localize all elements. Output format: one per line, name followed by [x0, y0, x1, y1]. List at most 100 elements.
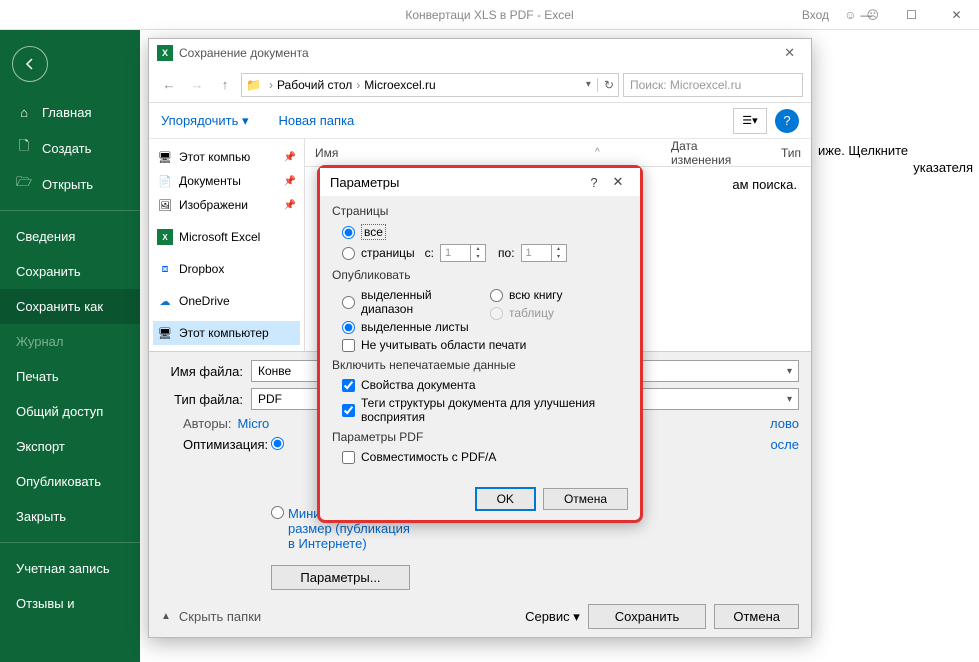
search-input[interactable]: Поиск: Microexcel.ru: [623, 73, 803, 97]
tags-link[interactable]: лово: [770, 416, 799, 431]
help-text-fragment: иже. Щелкните указателя: [818, 143, 973, 175]
sidebar-item-label: Сохранить: [16, 264, 81, 279]
breadcrumb-item[interactable]: Рабочий стол: [277, 78, 352, 92]
dropbox-icon: ⧈: [157, 261, 173, 277]
service-menu[interactable]: Сервис ▾: [525, 609, 580, 625]
include-tags-checkbox[interactable]: Теги структуры документа для улучшения в…: [332, 394, 628, 426]
breadcrumb-item[interactable]: Microexcel.ru: [364, 78, 435, 92]
ignore-print-checkbox[interactable]: Не учитывать области печати: [332, 336, 628, 354]
include-props-checkbox[interactable]: Свойства документа: [332, 376, 628, 394]
open-after-link[interactable]: осле: [770, 437, 799, 452]
back-arrow-icon: [22, 56, 38, 72]
publish-group: Опубликовать выделенный диапазон выделен…: [332, 268, 628, 354]
help-button[interactable]: ?: [775, 109, 799, 133]
filename-label: Имя файла:: [161, 364, 251, 379]
sidebar-item-label: Опубликовать: [16, 474, 101, 489]
minimize-button[interactable]: —: [844, 0, 889, 30]
pin-icon: 📌: [284, 152, 296, 163]
sidebar-item-publish[interactable]: Опубликовать: [0, 464, 140, 499]
tree-item[interactable]: 🖥Этот компью📌: [153, 145, 300, 169]
modal-help-button[interactable]: ?: [582, 175, 606, 190]
sidebar-item-home[interactable]: ⌂Главная: [0, 94, 140, 130]
view-button[interactable]: ☰▾: [733, 108, 767, 134]
include-group: Включить непечатаемые данные Свойства до…: [332, 358, 628, 426]
nav-forward-button[interactable]: →: [185, 73, 209, 97]
newfolder-button[interactable]: Новая папка: [279, 113, 355, 128]
sidebar-item-save[interactable]: Сохранить: [0, 254, 140, 289]
sidebar-item-label: Сведения: [16, 229, 75, 244]
ok-button[interactable]: OK: [476, 488, 535, 510]
nav-back-button[interactable]: ←: [157, 73, 181, 97]
tree-item[interactable]: 🖼Изображени📌: [153, 193, 300, 217]
backstage-sidebar: ⌂Главная 🗋Создать 🗁Открыть Сведения Сохр…: [0, 30, 140, 662]
modal-close-button[interactable]: ✕: [606, 174, 630, 190]
pc-icon: 🖥: [157, 149, 173, 165]
col-date[interactable]: Дата изменения: [661, 139, 771, 167]
sidebar-item-history: Журнал: [0, 324, 140, 359]
tree-item[interactable]: 📄Документы📌: [153, 169, 300, 193]
login-link[interactable]: Вход: [802, 8, 829, 22]
doc-icon: 📄: [157, 173, 173, 189]
window-titlebar: Конвертаци XLS в PDF - Excel Вход ☺ ☹ — …: [0, 0, 979, 30]
sidebar-item-open[interactable]: 🗁Открыть: [0, 166, 140, 202]
sidebar-item-print[interactable]: Печать: [0, 359, 140, 394]
sidebar-item-label: Общий доступ: [16, 404, 103, 419]
divider: [0, 542, 140, 543]
save-button[interactable]: Сохранить: [588, 604, 707, 629]
pages-range-radio[interactable]: страницы с: 1 по: 1: [332, 242, 628, 264]
nav-up-button[interactable]: ↑: [213, 73, 237, 97]
sidebar-item-export[interactable]: Экспорт: [0, 429, 140, 464]
pin-icon: 📌: [284, 200, 296, 211]
dropdown-icon[interactable]: ▾: [586, 79, 591, 90]
dialog-close-button[interactable]: ✕: [776, 41, 803, 65]
divider: [0, 210, 140, 211]
sidebar-item-saveas[interactable]: Сохранить как: [0, 289, 140, 324]
col-name[interactable]: Имя: [305, 146, 535, 160]
page-from-input[interactable]: 1: [440, 244, 486, 262]
back-button[interactable]: [12, 46, 48, 82]
maximize-button[interactable]: ☐: [889, 0, 934, 30]
parameters-button[interactable]: Параметры...: [271, 565, 410, 590]
page-to-input[interactable]: 1: [521, 244, 567, 262]
cancel-button[interactable]: Отмена: [714, 604, 799, 629]
publish-table-radio: таблицу: [480, 304, 628, 322]
sidebar-item-feedback[interactable]: Отзывы и: [0, 586, 140, 621]
sidebar-item-info[interactable]: Сведения: [0, 219, 140, 254]
nav-bar: ← → ↑ 📁 › Рабочий стол › Microexcel.ru ▾…: [149, 67, 811, 103]
authors-value[interactable]: Micro: [238, 416, 270, 431]
organize-button[interactable]: Упорядочить ▾: [161, 113, 249, 129]
publish-book-radio[interactable]: всю книгу: [480, 286, 628, 304]
modal-cancel-button[interactable]: Отмена: [543, 488, 628, 510]
tree-item[interactable]: 🖥Этот компьютер: [153, 321, 300, 345]
collapse-icon[interactable]: ▲: [161, 611, 171, 622]
pages-all-radio[interactable]: все: [332, 222, 628, 242]
sidebar-item-share[interactable]: Общий доступ: [0, 394, 140, 429]
sidebar-item-label: Открыть: [42, 177, 93, 192]
sidebar-item-new[interactable]: 🗋Создать: [0, 130, 140, 166]
dialog-title: Сохранение документа: [179, 46, 309, 60]
folder-icon: 📁: [246, 78, 261, 92]
optimize-label: Оптимизация:: [183, 437, 261, 452]
sidebar-item-close[interactable]: Закрыть: [0, 499, 140, 534]
sidebar-item-label: Создать: [42, 141, 91, 156]
address-bar[interactable]: 📁 › Рабочий стол › Microexcel.ru ▾ ↻: [241, 73, 619, 97]
hide-folders-link[interactable]: Скрыть папки: [179, 609, 261, 624]
pages-group-title: Страницы: [332, 204, 628, 218]
tree-item[interactable]: ☁OneDrive: [153, 289, 300, 313]
modal-titlebar: Параметры ? ✕: [320, 168, 640, 196]
dialog-titlebar: X Сохранение документа ✕: [149, 39, 811, 67]
pc-icon: 🖥: [157, 325, 173, 341]
close-button[interactable]: ✕: [934, 0, 979, 30]
home-icon: ⌂: [16, 104, 32, 120]
pdfa-checkbox[interactable]: Совместимость с PDF/A: [332, 448, 628, 466]
publish-selrange-radio[interactable]: выделенный диапазон: [332, 286, 480, 318]
sidebar-item-label: Сохранить как: [16, 299, 103, 314]
tree-item[interactable]: XMicrosoft Excel: [153, 225, 300, 249]
refresh-icon[interactable]: ↻: [597, 78, 614, 92]
col-type[interactable]: Тип: [771, 146, 811, 160]
parameters-modal: Параметры ? ✕ Страницы все страницы с: 1…: [317, 165, 643, 523]
folder-tree: 🖥Этот компью📌 📄Документы📌 🖼Изображени📌 X…: [149, 139, 304, 351]
publish-selsheets-radio[interactable]: выделенные листы: [332, 318, 480, 336]
tree-item[interactable]: ⧈Dropbox: [153, 257, 300, 281]
sidebar-item-account[interactable]: Учетная запись: [0, 551, 140, 586]
